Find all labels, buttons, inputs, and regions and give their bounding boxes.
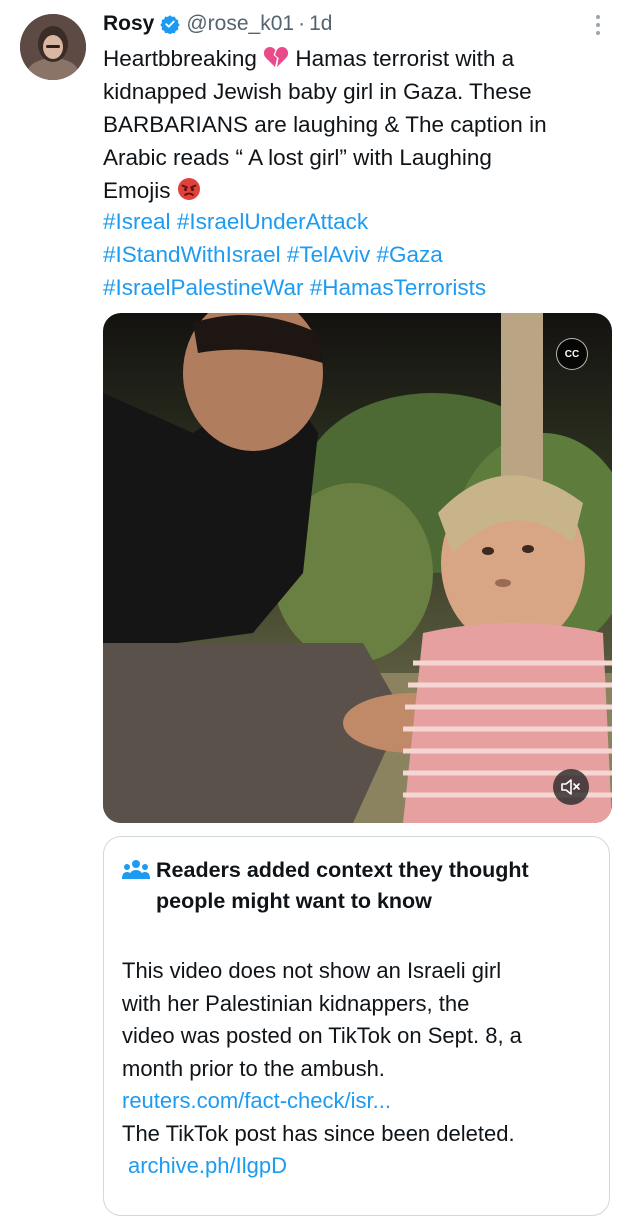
separator-dot: · [298,12,306,35]
display-name[interactable]: Rosy [103,12,154,36]
tweet-text: Heartbbreaking Hamas terrorist with a ki… [103,42,603,207]
verified-badge-icon [160,14,181,34]
captions-button[interactable]: CC [556,338,588,370]
note-text-line: with her Palestinian kidnappers, the [122,990,470,1016]
tweet-header: Rosy @rose_k01 · 1d [103,9,332,39]
hashtag-link[interactable]: #Isreal [103,209,171,234]
hashtag-link[interactable]: #IsraelPalestineWar [103,275,304,300]
tweet-text-line: Heartbbreaking Hamas terrorist with a [103,42,603,75]
community-note-title: Readers added context they thought peopl… [122,855,592,917]
hashtag-link[interactable]: #IsraelUnderAttack [177,209,368,234]
speaker-muted-icon[interactable] [553,769,589,805]
hashtag-link[interactable]: #TelAviv [287,242,370,267]
community-note-body: This video does not show an Israeli girl… [122,955,602,1183]
hashtag-link[interactable]: #Gaza [377,242,443,267]
hashtag-line: #IsraelPalestineWar #HamasTerrorists [103,271,623,304]
tweet-text-line: Arabic reads “ A lost girl” with Laughin… [103,145,492,170]
hashtag-line: #Isreal #IsraelUnderAttack [103,205,623,238]
video-frame [103,313,612,823]
community-people-icon [122,859,150,890]
note-text-line: This video does not show an Israeli girl [122,958,502,983]
tweet-text-line: BARBARIANS are laughing & The caption in [103,112,547,137]
broken-heart-emoji-icon [263,45,289,78]
archive-link[interactable]: archive.ph/IlgpD [122,1150,602,1183]
avatar[interactable] [20,14,86,80]
hashtag-link[interactable]: #IStandWithIsrael [103,242,281,267]
timestamp[interactable]: 1d [309,12,332,36]
video-player[interactable]: CC [103,313,612,823]
note-text-line: video was posted on TikTok on Sept. 8, a [122,1023,522,1048]
more-options-icon[interactable] [590,12,606,38]
tweet-text-line: Emojis [103,174,603,207]
note-text-line: month prior to the ambush. [122,1055,385,1081]
avatar-image [20,14,86,80]
community-note: Readers added context they thought peopl… [103,836,610,1216]
hashtag-line: #IStandWithIsrael #TelAviv #Gaza [103,238,623,271]
user-handle[interactable]: @rose_k01 [186,12,294,36]
reuters-link[interactable]: reuters.com/fact-check/isr... [122,1085,602,1118]
note-text-line: The TikTok post has since been deleted. [122,1120,515,1146]
hashtags: #Isreal #IsraelUnderAttack #IStandWithIs… [103,205,623,304]
hashtag-link[interactable]: #HamasTerrorists [310,275,486,300]
tweet-text-line: kidnapped Jewish baby girl in Gaza. Thes… [103,79,532,104]
